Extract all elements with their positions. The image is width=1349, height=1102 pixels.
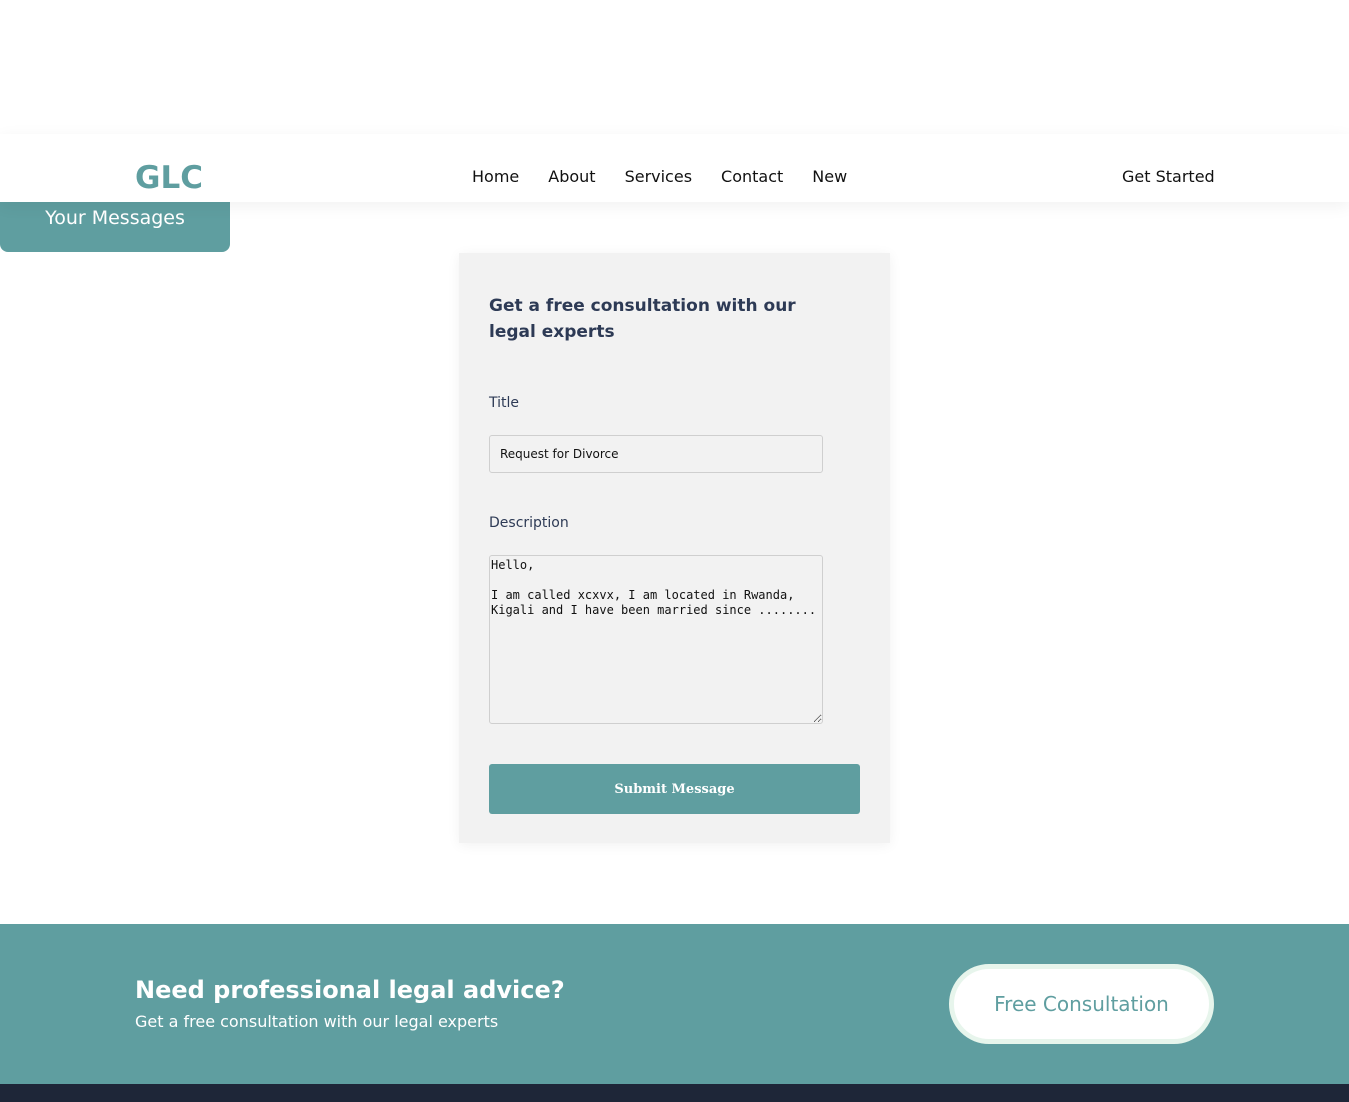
title-input[interactable] (489, 435, 823, 473)
description-textarea[interactable]: Hello, I am called xcxvx, I am located i… (489, 555, 823, 724)
nav-link-services[interactable]: Services (625, 165, 692, 189)
form-heading: Get a free consultation with our legal e… (489, 296, 796, 342)
nav-link-contact[interactable]: Contact (721, 165, 783, 189)
logo[interactable]: GLC (135, 160, 203, 196)
cta-subheading: Get a free consultation with our legal e… (135, 1012, 499, 1031)
consultation-form: Get a free consultation with our legal e… (459, 253, 890, 843)
footer (0, 1084, 1349, 1102)
cta-heading: Need professional legal advice? (135, 976, 565, 1004)
nav-link-about[interactable]: About (548, 165, 595, 189)
main-nav: Home About Services Contact New (472, 165, 847, 189)
description-label: Description (489, 515, 569, 531)
get-started-link[interactable]: Get Started (1122, 165, 1215, 189)
cta-banner: Need professional legal advice? Get a fr… (0, 924, 1349, 1084)
nav-link-home[interactable]: Home (472, 165, 519, 189)
free-consultation-button[interactable]: Free Consultation (949, 964, 1214, 1044)
top-navbar: GLC Home About Services Contact New Get … (0, 134, 1349, 202)
title-label: Title (489, 395, 520, 411)
nav-link-new[interactable]: New (812, 165, 847, 189)
submit-message-button[interactable]: Submit Message (489, 764, 860, 814)
